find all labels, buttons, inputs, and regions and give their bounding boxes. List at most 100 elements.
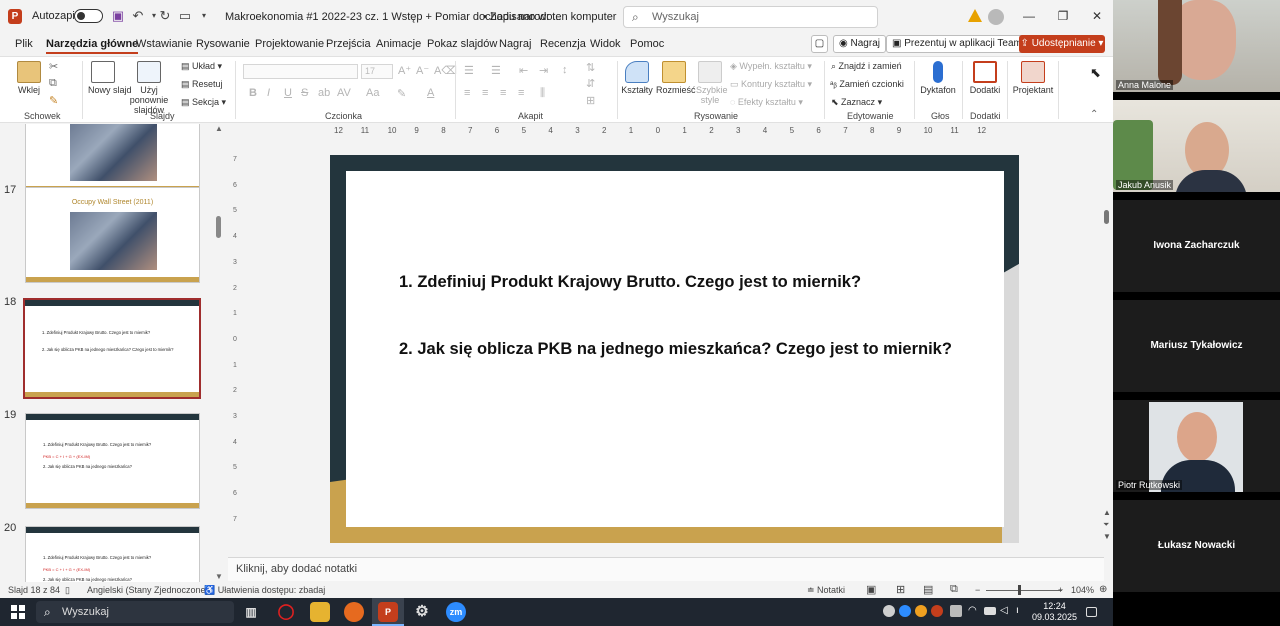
present-icon[interactable]: ▭	[177, 8, 193, 24]
save-status[interactable]: • Zapisano w: ten komputer	[483, 11, 616, 23]
slideshow-view-icon[interactable]: ⧉	[950, 583, 958, 596]
text-direction-icon[interactable]: ⇅	[586, 61, 595, 74]
powerpoint-taskbar-icon[interactable]: P	[378, 602, 398, 622]
tab-file[interactable]: Plik	[15, 38, 33, 50]
shape-fill-button[interactable]: ◈ Wypełn. kształtu ▾	[730, 61, 812, 72]
notes-button[interactable]: ≐ Notatki	[807, 585, 845, 596]
participant-tile[interactable]: Iwona Zacharczuk	[1113, 200, 1280, 292]
columns-icon[interactable]: ⫼	[540, 87, 545, 100]
taskbar-search[interactable]: ⌕ Wyszukaj	[36, 601, 234, 623]
zoom-slider-thumb[interactable]	[1018, 585, 1021, 595]
select-button[interactable]: ⬉ Zaznacz ▾	[831, 97, 882, 108]
tray-icon[interactable]	[883, 605, 895, 617]
decrease-font-icon[interactable]: A⁻	[416, 64, 429, 77]
copy-icon[interactable]: ⧉	[49, 77, 57, 90]
normal-view-icon[interactable]: ▣	[866, 583, 876, 596]
tab-insert[interactable]: Wstawianie	[136, 38, 192, 50]
numbering-icon[interactable]: ☰	[491, 64, 501, 77]
comments-icon[interactable]: ▢	[811, 35, 828, 53]
tray-icon[interactable]	[915, 605, 927, 617]
thumbnails-scrollbar[interactable]	[216, 216, 221, 238]
customize-toolbar-icon[interactable]: ▾	[196, 8, 212, 24]
decrease-indent-icon[interactable]: ⇤	[519, 64, 528, 77]
microphone-icon[interactable]: ı	[1016, 605, 1028, 617]
slide-question-1[interactable]: 1. Zdefiniuj Produkt Krajowy Brutto. Cze…	[399, 273, 861, 292]
close-button[interactable]: ✕	[1082, 6, 1112, 26]
reading-view-icon[interactable]: ▤	[923, 583, 933, 596]
shape-outline-button[interactable]: ▭ Kontury kształtu ▾	[730, 79, 812, 90]
slide-thumbnail-16[interactable]	[25, 124, 200, 192]
notes-pane[interactable]: Kliknij, aby dodać notatki	[228, 557, 1104, 581]
participant-tile[interactable]: Anna Malone	[1113, 0, 1280, 92]
tab-slideshow[interactable]: Pokaz slajdów	[427, 38, 497, 50]
bullets-icon[interactable]: ☰	[464, 64, 474, 77]
language-indicator[interactable]: Angielski (Stany Zjednoczone)	[87, 585, 209, 595]
tab-design[interactable]: Projektowanie	[255, 38, 324, 50]
font-size-select[interactable]: 17	[361, 64, 393, 79]
task-view-icon[interactable]: ▥	[241, 602, 261, 622]
next-slide-icon[interactable]: ⏷	[1103, 520, 1109, 530]
fit-slide-icon[interactable]: ⊕	[1099, 584, 1107, 595]
shapes-button[interactable]: Kształty	[621, 61, 653, 95]
strikethrough-button[interactable]: S	[301, 87, 308, 99]
align-center-icon[interactable]: ≡	[482, 87, 488, 99]
line-spacing-icon[interactable]: ↕	[562, 64, 568, 76]
share-button[interactable]: ⇪ Udostępnianie ▾	[1019, 35, 1105, 53]
notifications-icon[interactable]	[1086, 607, 1097, 617]
participant-tile[interactable]: Jakub Anusik	[1113, 100, 1280, 192]
increase-font-icon[interactable]: A⁺	[398, 64, 411, 77]
restore-button[interactable]: ❐	[1048, 6, 1078, 26]
replace-fonts-button[interactable]: ᵃᵦ Zamień czcionki	[830, 79, 904, 89]
tab-record[interactable]: Nagraj	[499, 38, 531, 50]
format-painter-icon[interactable]: ✎	[49, 94, 58, 107]
firefox-icon[interactable]	[344, 602, 364, 622]
scroll-up-icon[interactable]: ▲	[215, 124, 223, 133]
quick-styles-button[interactable]: Szybkie style	[696, 61, 728, 105]
align-text-icon[interactable]: ⇵	[586, 77, 595, 90]
participant-tile[interactable]: Mariusz Tykałowicz	[1113, 300, 1280, 392]
change-case-button[interactable]: Aa	[366, 87, 379, 99]
shadow-button[interactable]: ab	[318, 87, 330, 99]
slide-scrollbar[interactable]	[1104, 210, 1109, 224]
undo-icon[interactable]: ↶	[130, 8, 146, 24]
battery-icon[interactable]	[984, 607, 996, 615]
file-explorer-icon[interactable]	[310, 602, 330, 622]
tab-home[interactable]: Narzędzia główne	[46, 38, 139, 54]
tab-view[interactable]: Widok	[590, 38, 621, 50]
bold-button[interactable]: B	[249, 87, 257, 99]
dictate-button[interactable]: Dyktafon	[920, 61, 956, 95]
collapse-ribbon-icon[interactable]: ⌃	[1090, 109, 1098, 120]
minimize-button[interactable]: —	[1014, 6, 1044, 26]
autosave-toggle[interactable]	[74, 9, 103, 23]
scroll-down-icon[interactable]: ▼	[1103, 532, 1111, 541]
tab-animations[interactable]: Animacje	[376, 38, 421, 50]
slide-thumbnail-17[interactable]: Occupy Wall Street (2011)	[25, 187, 200, 283]
scroll-down-icon[interactable]: ▼	[215, 572, 223, 581]
slide-thumbnail-19[interactable]: 1. Zdefiniuj Produkt Krajowy Brutto. Cze…	[25, 413, 200, 509]
zoom-slider-track[interactable]	[986, 590, 1062, 591]
find-button[interactable]: ⌕ Znajdź i zamień	[831, 61, 902, 72]
new-slide-button[interactable]: Nowy slajd	[88, 61, 132, 95]
underline-button[interactable]: U	[284, 87, 292, 99]
zoom-out-icon[interactable]: −	[975, 585, 980, 595]
spelling-icon[interactable]: ▯	[65, 585, 70, 596]
section-button[interactable]: ▤ Sekcja ▾	[181, 97, 226, 108]
accessibility-button[interactable]: ♿ Ułatwienia dostępu: zbadaj	[204, 585, 325, 596]
italic-button[interactable]: I	[267, 87, 270, 99]
increase-indent-icon[interactable]: ⇥	[539, 64, 548, 77]
save-icon[interactable]: ▣	[110, 8, 126, 24]
participant-tile[interactable]: Piotr Rutkowski	[1113, 400, 1280, 492]
highlight-icon[interactable]: ✎	[397, 87, 406, 100]
tab-review[interactable]: Recenzja	[540, 38, 586, 50]
tray-icon[interactable]	[931, 605, 943, 617]
prev-slide-icon[interactable]: ▲	[1103, 508, 1111, 517]
record-button[interactable]: ◉ Nagraj	[833, 35, 886, 53]
slide-thumbnail-18-selected[interactable]: 1. Zdefiniuj Produkt Krajowy Brutto. Cze…	[23, 298, 201, 399]
zoom-level[interactable]: 104%	[1071, 585, 1094, 595]
reset-button[interactable]: ▤ Resetuj	[181, 79, 223, 90]
opera-icon[interactable]: ◯	[276, 602, 296, 622]
windows-start-icon[interactable]	[11, 605, 25, 619]
volume-icon[interactable]: ◁	[1000, 605, 1012, 617]
slide-question-2[interactable]: 2. Jak się oblicza PKB na jednego mieszk…	[399, 340, 952, 359]
taskbar-clock[interactable]: 12:24 09.03.2025	[1032, 601, 1077, 623]
